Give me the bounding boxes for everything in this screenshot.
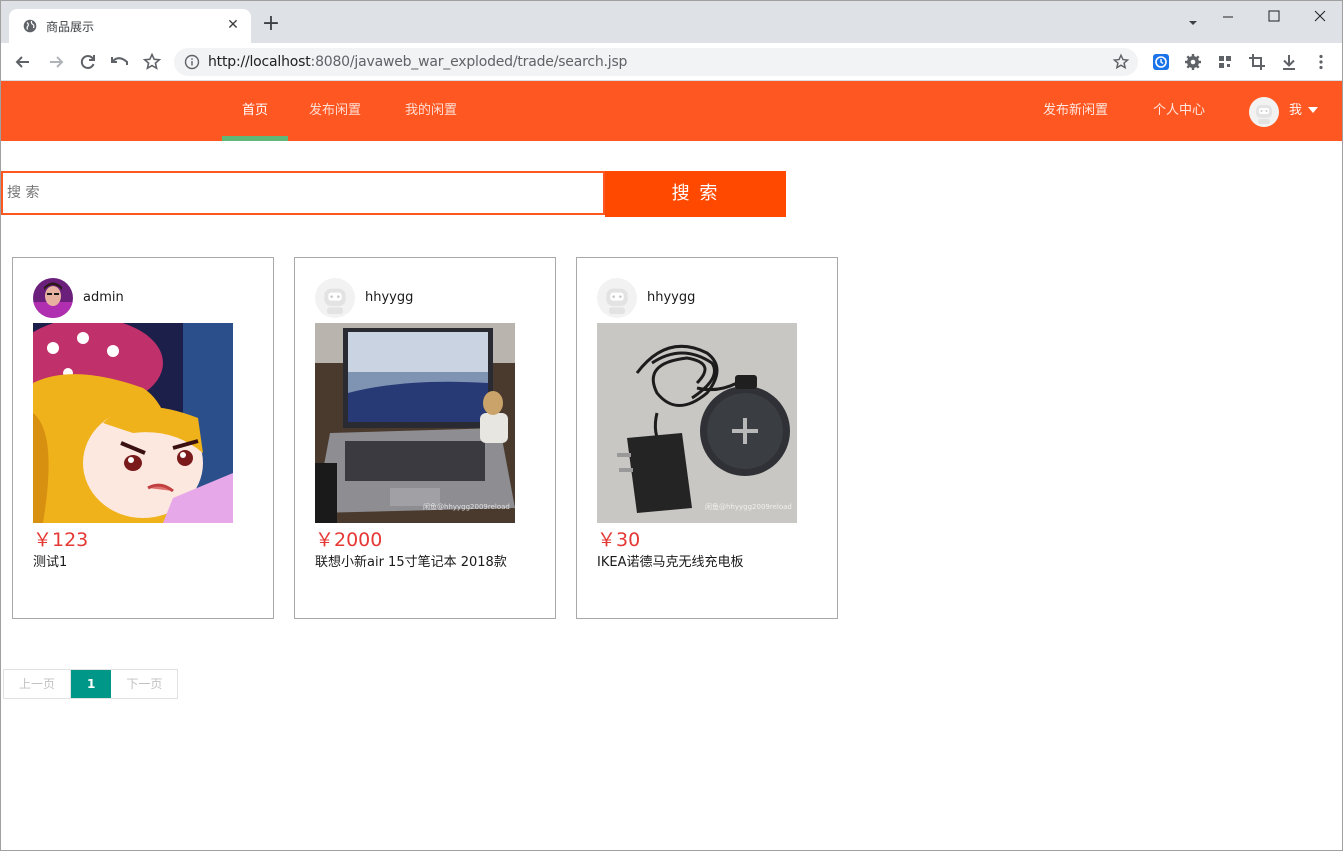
search-button[interactable]: 搜 索 <box>605 171 786 217</box>
undo-icon[interactable] <box>110 52 130 72</box>
close-tab-icon[interactable]: ✕ <box>223 15 243 35</box>
crop-icon[interactable] <box>1247 52 1267 72</box>
wireless-charger-image: 闲鱼@hhyygg2009reload <box>597 323 797 523</box>
browser-window: 商品展示 ✕ + http://localhost:8080/javaweb_w… <box>0 0 1343 851</box>
browser-tab[interactable]: 商品展示 ✕ <box>9 9 251 43</box>
history-extension-icon[interactable] <box>1151 52 1171 72</box>
robot-avatar-icon <box>606 288 628 314</box>
gear-extension-icon[interactable] <box>1183 52 1203 72</box>
product-price: ￥30 <box>597 529 641 551</box>
forward-icon[interactable] <box>46 52 66 72</box>
user-avatar[interactable] <box>1249 97 1279 127</box>
product-image[interactable]: 闲鱼@hhyygg2009reload <box>597 323 797 523</box>
window-close-icon[interactable] <box>1297 1 1343 33</box>
current-page-button[interactable]: 1 <box>71 670 112 698</box>
product-title[interactable]: 联想小新air 15寸笔记本 2018款 <box>315 551 507 570</box>
svg-text:闲鱼@hhyygg2009reload: 闲鱼@hhyygg2009reload <box>705 502 792 511</box>
seller-name: admin <box>83 290 124 305</box>
url-host: http://localhost <box>208 54 311 70</box>
nav-my-items[interactable]: 我的闲置 <box>405 81 457 141</box>
anime-girl-image <box>33 323 233 523</box>
url-path: :8080/javaweb_war_exploded/trade/search.… <box>310 54 628 70</box>
nav-publish-new[interactable]: 发布新闲置 <box>1043 81 1108 141</box>
seller-name: hhyygg <box>365 290 414 305</box>
new-tab-icon[interactable]: + <box>259 13 283 37</box>
nav-personal-center[interactable]: 个人中心 <box>1153 81 1205 141</box>
url-text: http://localhost:8080/javaweb_war_explod… <box>208 54 627 70</box>
tab-strip: 商品展示 ✕ + <box>1 1 1343 43</box>
browser-toolbar: http://localhost:8080/javaweb_war_explod… <box>1 43 1342 81</box>
photo-avatar-icon <box>33 278 73 318</box>
product-price: ￥2000 <box>315 529 383 551</box>
seller-avatar <box>315 278 355 318</box>
product-image[interactable] <box>33 323 233 523</box>
seller-avatar <box>597 278 637 318</box>
search-input[interactable]: 搜 索 <box>1 171 605 215</box>
back-icon[interactable] <box>13 52 33 72</box>
download-icon[interactable] <box>1279 52 1299 72</box>
grid-extension-icon[interactable] <box>1215 52 1235 72</box>
address-bar[interactable]: http://localhost:8080/javaweb_war_explod… <box>174 48 1138 76</box>
robot-avatar-icon <box>1256 105 1272 124</box>
bookmark-page-star-icon[interactable] <box>1112 53 1130 71</box>
bookmark-star-icon[interactable] <box>142 52 162 72</box>
product-image[interactable]: 闲鱼@hhyygg2009reload <box>315 323 515 523</box>
product-card[interactable]: admin ￥123 测试1 <box>12 257 274 619</box>
info-icon[interactable] <box>184 54 200 70</box>
product-card[interactable]: hhyygg 闲鱼@hhyygg2009reload ￥2000 联想小新air… <box>294 257 556 619</box>
robot-avatar-icon <box>324 288 346 314</box>
svg-text:闲鱼@hhyygg2009reload: 闲鱼@hhyygg2009reload <box>423 502 510 511</box>
next-page-button[interactable]: 下一页 <box>111 670 178 698</box>
minimize-icon[interactable] <box>1205 1 1251 33</box>
seller-name: hhyygg <box>647 290 696 305</box>
tab-search-icon[interactable] <box>1185 15 1201 31</box>
laptop-image: 闲鱼@hhyygg2009reload <box>315 323 515 523</box>
product-title[interactable]: IKEA诺德马克无线充电板 <box>597 551 743 570</box>
seller-avatar <box>33 278 73 318</box>
pagination: 上一页 1 下一页 <box>3 669 179 699</box>
tab-title: 商品展示 <box>46 20 95 34</box>
nav-home[interactable]: 首页 <box>221 81 289 141</box>
reload-icon[interactable] <box>78 52 98 72</box>
nav-publish[interactable]: 发布闲置 <box>309 81 361 141</box>
site-nav: 首页 发布闲置 我的闲置 发布新闲置 个人中心 我 <box>1 81 1342 141</box>
menu-kebab-icon[interactable] <box>1311 52 1331 72</box>
nav-me[interactable]: 我 <box>1289 81 1302 141</box>
prev-page-button[interactable]: 上一页 <box>4 670 72 698</box>
product-title[interactable]: 测试1 <box>33 551 67 570</box>
caret-down-icon[interactable] <box>1307 106 1319 114</box>
globe-icon <box>23 19 37 33</box>
product-price: ￥123 <box>33 529 89 551</box>
product-card[interactable]: hhyygg 闲鱼@hhyygg2009reload ￥30 IKEA诺德马克无… <box>576 257 838 619</box>
maximize-icon[interactable] <box>1251 1 1297 33</box>
